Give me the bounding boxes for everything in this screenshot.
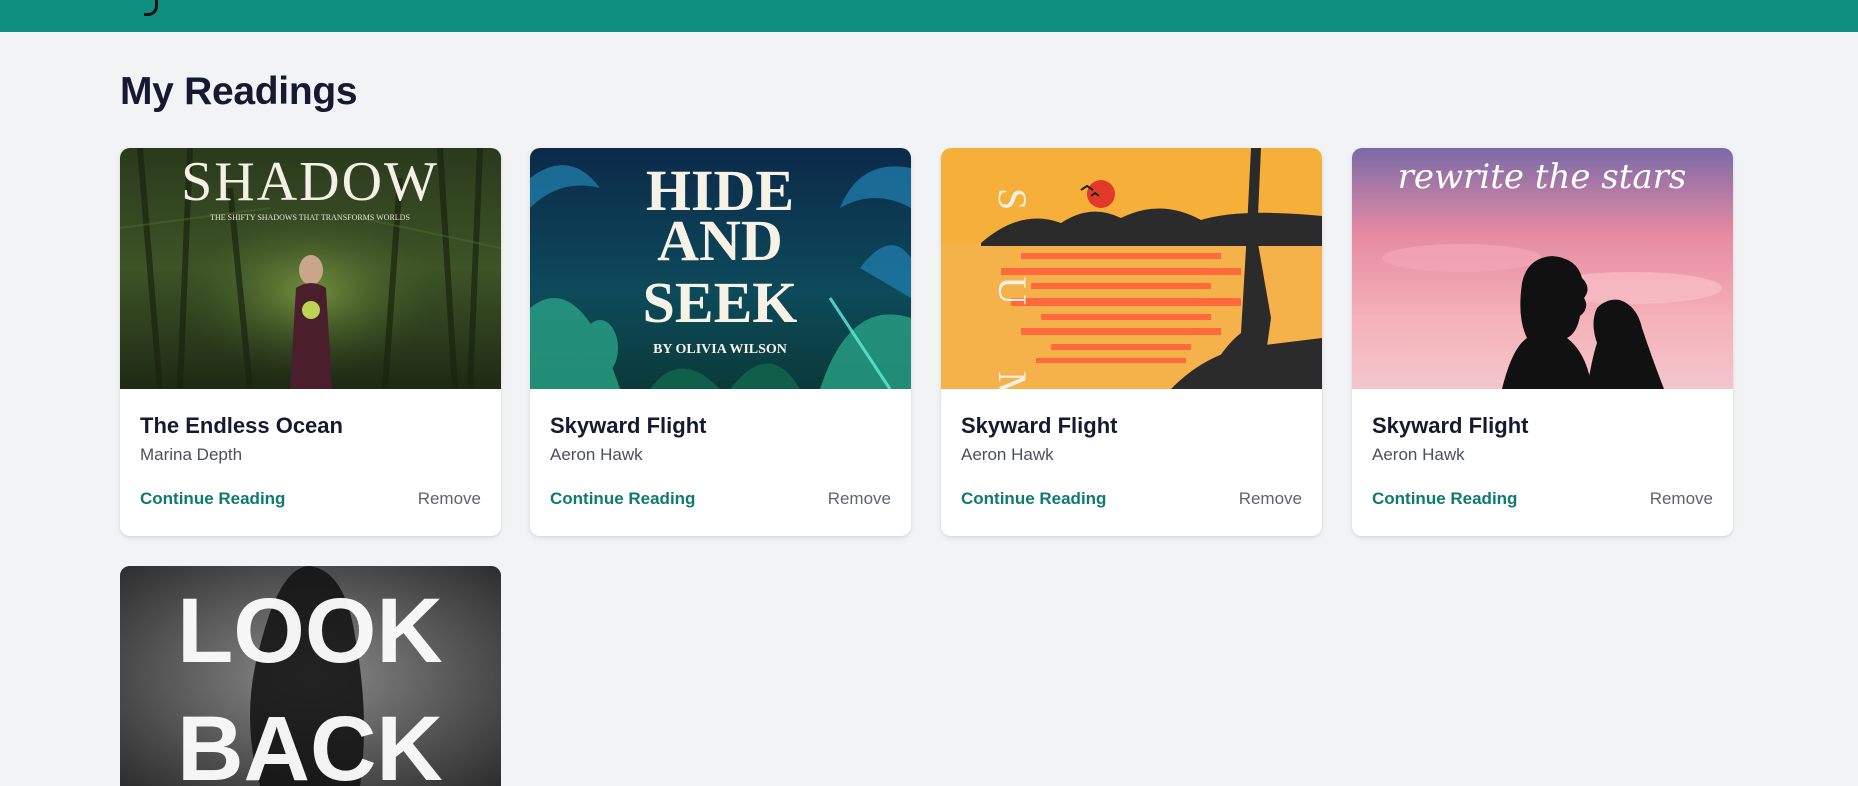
svg-text:LOOK: LOOK	[177, 580, 443, 682]
svg-text:BY OLIVIA WILSON: BY OLIVIA WILSON	[653, 342, 787, 357]
book-cover-image[interactable]: LOOK BACK	[120, 566, 501, 786]
continue-reading-link[interactable]: Continue Reading	[961, 489, 1106, 509]
remove-button[interactable]: Remove	[1650, 489, 1713, 509]
svg-text:S U M: S U M	[990, 188, 1035, 389]
book-author: Aeron Hawk	[1372, 445, 1465, 464]
continue-reading-link[interactable]: Continue Reading	[550, 489, 695, 509]
continue-reading-link[interactable]: Continue Reading	[1372, 489, 1517, 509]
book-card: S U M Skyward Flight Aeron Hawk Continue…	[941, 148, 1322, 536]
svg-text:rewrite the stars: rewrite the stars	[1398, 157, 1687, 197]
book-cover-image[interactable]: rewrite the stars	[1352, 148, 1733, 389]
svg-text:SEEK: SEEK	[643, 270, 798, 335]
remove-button[interactable]: Remove	[1239, 489, 1302, 509]
book-cover-image[interactable]: HIDE AND SEEK BY OLIVIA WILSON	[530, 148, 911, 389]
book-cover-image[interactable]: S U M	[941, 148, 1322, 389]
logo-icon[interactable]	[144, 0, 158, 16]
book-author: Aeron Hawk	[550, 445, 643, 464]
svg-text:THE SHIFTY SHADOWS THAT TRANSF: THE SHIFTY SHADOWS THAT TRANSFORMS WORLD…	[210, 213, 410, 222]
book-title: Skyward Flight	[961, 413, 1118, 438]
book-card: rewrite the stars Skyward Flight Aeron H…	[1352, 148, 1733, 536]
svg-text:BACK: BACK	[177, 698, 443, 786]
remove-button[interactable]: Remove	[418, 489, 481, 509]
book-card: HIDE AND SEEK BY OLIVIA WILSON Skyward F…	[530, 148, 911, 536]
book-card: SHADOW THE SHIFTY SHADOWS THAT TRANSFORM…	[120, 148, 501, 536]
book-title: Skyward Flight	[550, 413, 707, 438]
book-author: Aeron Hawk	[961, 445, 1054, 464]
page-title: My Readings	[120, 70, 358, 113]
book-author: Marina Depth	[140, 445, 243, 464]
svg-text:AND: AND	[657, 208, 783, 273]
continue-reading-link[interactable]: Continue Reading	[140, 489, 285, 509]
book-card-partial: LOOK BACK	[120, 566, 501, 786]
top-navigation-bar	[0, 0, 1858, 32]
remove-button[interactable]: Remove	[828, 489, 891, 509]
book-title: The Endless Ocean	[140, 413, 343, 438]
book-cover-image[interactable]: SHADOW THE SHIFTY SHADOWS THAT TRANSFORM…	[120, 148, 501, 389]
svg-text:SHADOW: SHADOW	[181, 151, 439, 213]
book-title: Skyward Flight	[1372, 413, 1529, 438]
